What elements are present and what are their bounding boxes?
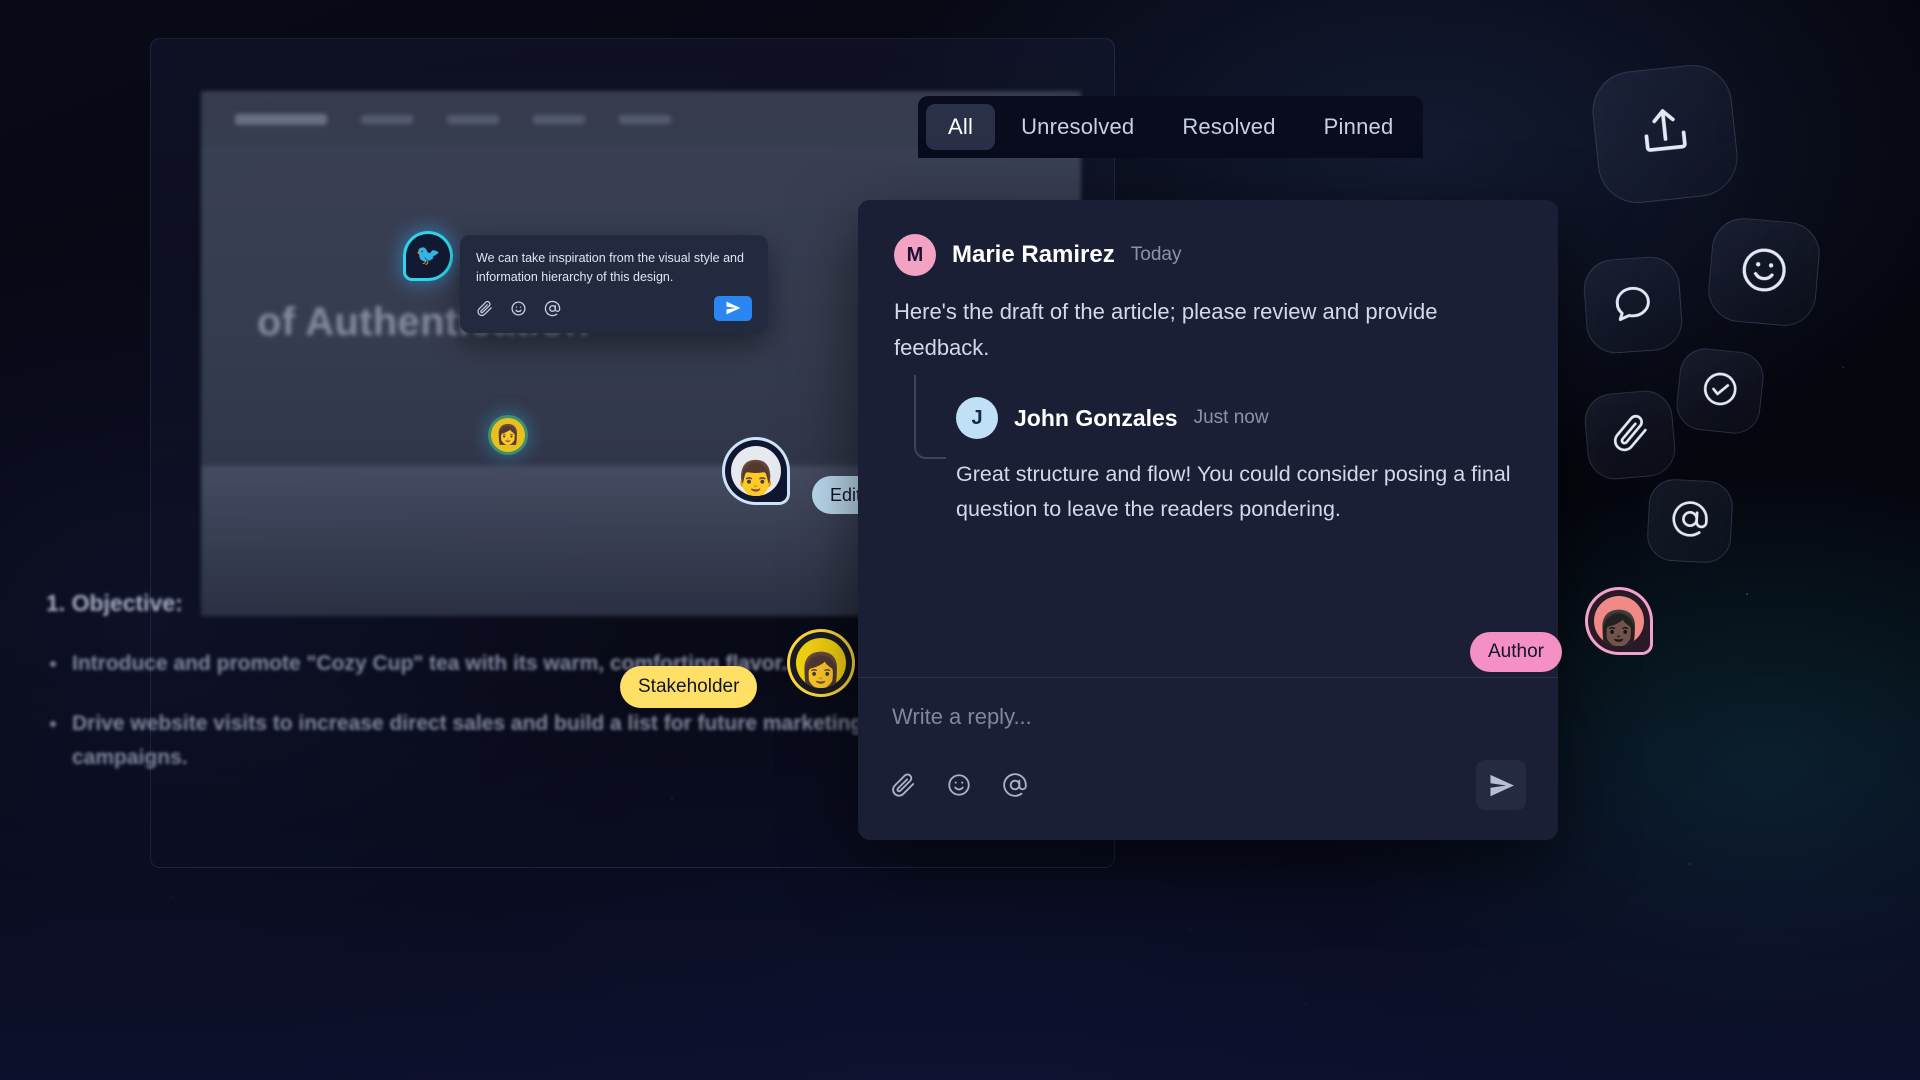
chat-bubble-icon	[1609, 279, 1656, 331]
share-icon	[1634, 101, 1696, 168]
reply-toolbar	[890, 760, 1526, 810]
comment-author: Marie Ramirez	[952, 241, 1115, 268]
comment-pin-marker[interactable]: 🐦	[406, 234, 450, 278]
comment-body: Here's the draft of the article; please …	[894, 299, 1438, 360]
document-nav-item	[361, 114, 413, 124]
attach-icon[interactable]	[476, 300, 493, 317]
tab-unresolved[interactable]: Unresolved	[999, 104, 1156, 150]
reactions-button[interactable]	[1705, 215, 1823, 329]
document-logo	[235, 113, 327, 125]
smiley-icon	[1736, 241, 1793, 302]
comment-filter-tabs: All Unresolved Resolved Pinned	[918, 96, 1424, 158]
reaction-emoji: 👩	[496, 424, 520, 446]
document-bullet: Drive website visits to increase direct …	[46, 707, 866, 775]
attach-button[interactable]	[1582, 388, 1678, 482]
reply-header: J John Gonzales Just now	[956, 397, 1522, 440]
app-stage: of Authentication 1. Objective: Introduc…	[0, 0, 1920, 1080]
avatar: 👩	[796, 638, 846, 688]
mention-icon[interactable]	[544, 300, 561, 317]
inline-comment-bubble[interactable]: We can take inspiration from the visual …	[460, 235, 768, 333]
inline-comment-text: We can take inspiration from the visual …	[476, 251, 744, 285]
emoji-icon[interactable]	[946, 772, 972, 798]
avatar: 👨	[731, 446, 781, 496]
comment-button[interactable]	[1581, 254, 1685, 356]
role-chip-author: Author	[1470, 632, 1562, 672]
role-chip-stakeholder: Stakeholder	[620, 666, 758, 708]
tab-all[interactable]: All	[926, 104, 996, 150]
presence-avatar-editor[interactable]: 👨	[725, 440, 787, 502]
reply-author: John Gonzales	[1014, 404, 1178, 431]
comment-header: M Marie Ramirez Today	[894, 234, 1522, 276]
share-button[interactable]	[1588, 61, 1742, 207]
reply-input[interactable]: Write a reply...	[892, 704, 1524, 730]
avatar-initial: M	[894, 234, 936, 276]
document-nav-item	[619, 114, 671, 124]
mention-button[interactable]	[1645, 477, 1735, 565]
mention-icon[interactable]	[1002, 772, 1028, 798]
avatar-initial: J	[956, 397, 998, 440]
reply-body: Great structure and flow! You could cons…	[956, 462, 1511, 522]
emoji-icon[interactable]	[510, 300, 527, 317]
document-nav-item	[447, 114, 499, 124]
check-circle-icon	[1698, 367, 1742, 416]
document-nav-item	[533, 114, 585, 124]
tab-resolved[interactable]: Resolved	[1160, 104, 1297, 150]
reaction-pin-marker[interactable]: 👩	[491, 418, 525, 452]
paperclip-icon	[1608, 411, 1652, 459]
presence-avatar-author[interactable]: 👩🏿	[1588, 590, 1650, 652]
attach-icon[interactable]	[890, 772, 916, 798]
comment-thread-panel: M Marie Ramirez Today Here's the draft o…	[858, 200, 1558, 840]
resolve-button[interactable]	[1673, 345, 1767, 437]
thread-connector-line	[914, 375, 946, 460]
at-sign-icon	[1669, 497, 1711, 544]
comment-timestamp: Today	[1130, 244, 1182, 265]
send-button[interactable]	[1476, 760, 1526, 810]
presence-avatar-stakeholder[interactable]: 👩	[790, 632, 852, 694]
tab-pinned[interactable]: Pinned	[1302, 104, 1416, 150]
comment-thread-body: M Marie Ramirez Today Here's the draft o…	[858, 200, 1558, 527]
avatar: 👩🏿	[1594, 596, 1644, 646]
reply-timestamp: Just now	[1193, 407, 1269, 429]
inline-send-button[interactable]	[714, 295, 752, 321]
reply-composer[interactable]: Write a reply...	[858, 678, 1558, 840]
document-section-title: 1. Objective:	[46, 590, 183, 616]
pin-emoji: 🐦	[415, 245, 441, 267]
inline-comment-toolbar	[476, 295, 752, 321]
comment-reply: J John Gonzales Just now Great structure…	[894, 375, 1522, 527]
